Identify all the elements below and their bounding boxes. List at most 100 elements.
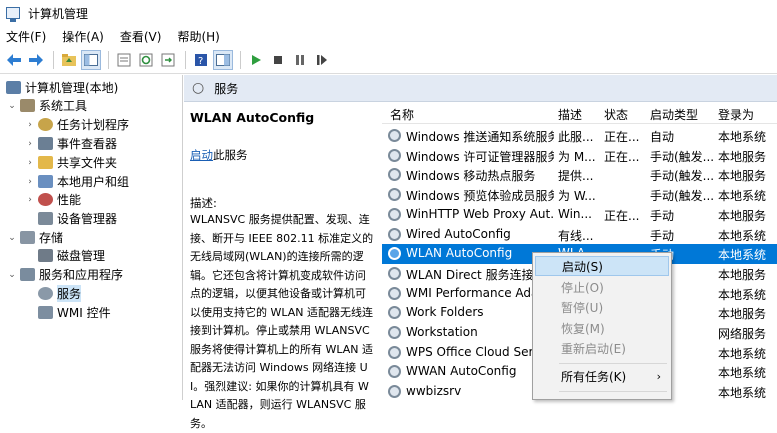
table-row[interactable]: Wired AutoConfig 有线... 手动 本地系统: [382, 225, 777, 245]
service-gear-icon: [388, 385, 401, 399]
menu-action[interactable]: 操作(A): [62, 28, 104, 45]
title-bar: 计算机管理: [0, 0, 777, 26]
refresh-icon[interactable]: [136, 50, 156, 70]
toolbar-divider: [53, 50, 54, 69]
list-header: ^ 名称 描述 状态 启动类型 登录为: [382, 102, 777, 124]
menu-bar: 文件(F) 操作(A) 查看(V) 帮助(H): [0, 26, 777, 46]
tree-item-event-viewer[interactable]: › 事件查看器: [24, 134, 117, 153]
service-gear-icon: [388, 168, 401, 182]
properties-icon[interactable]: [114, 50, 134, 70]
menu-item-restart[interactable]: 重新启动(E): [535, 338, 669, 358]
window-title: 计算机管理: [28, 6, 89, 21]
column-header-status[interactable]: 状态: [604, 106, 628, 123]
column-header-name[interactable]: 名称: [390, 106, 414, 123]
export-icon[interactable]: [158, 50, 178, 70]
tree-item-shared-folders[interactable]: › 共享文件夹: [24, 153, 117, 172]
start-action-line: 启动此服务: [190, 147, 374, 163]
column-header-description[interactable]: 描述: [558, 106, 582, 123]
tree-item-system-tools[interactable]: ⌄ 系统工具: [6, 96, 87, 115]
cell-name: Wired AutoConfig: [406, 226, 511, 241]
help-icon[interactable]: ?: [191, 50, 211, 70]
table-row[interactable]: Windows 许可证管理器服务为 M... 正在... 手动(触发... 本地服务: [382, 146, 777, 166]
table-row[interactable]: Windows 推送通知系统服务 此服... 正在... 自动 本地系统: [382, 126, 777, 146]
cell-startup: 手动: [650, 208, 675, 223]
cell-desc: Win...: [558, 206, 592, 221]
service-gear-icon: [388, 247, 401, 261]
cell-desc: 为 M...: [558, 149, 596, 164]
cell-logon: 本地系统: [718, 386, 767, 400]
menu-item-start[interactable]: 启动(S): [535, 256, 669, 276]
context-menu: 启动(S) 停止(O) 暂停(U) 恢复(M) 重新启动(E) 所有任务(K) …: [532, 252, 672, 400]
submenu-arrow-icon: ›: [656, 369, 661, 383]
up-folder-icon[interactable]: [59, 50, 79, 70]
toolbar-divider: [185, 50, 186, 69]
description-label: 描述:: [190, 196, 217, 210]
cell-desc: 此服...: [558, 130, 594, 144]
expand-arrow[interactable]: ⌄: [6, 270, 18, 280]
tree-item-task-scheduler[interactable]: › 任务计划程序: [24, 115, 129, 134]
service-gear-icon: [388, 227, 401, 241]
clock-icon: [38, 118, 53, 131]
menu-item-resume[interactable]: 恢复(M): [535, 318, 669, 338]
column-header-log-on-as[interactable]: 登录为: [718, 106, 754, 123]
expand-arrow[interactable]: ›: [24, 120, 36, 130]
services-apps-icon: [20, 268, 35, 281]
cell-logon: 本地服务: [718, 307, 767, 322]
cell-name: Windows 推送通知系统服务: [406, 130, 554, 144]
service-gear-icon: [388, 365, 401, 379]
tree-item-device-manager[interactable]: 设备管理器: [36, 209, 117, 228]
menu-item-stop[interactable]: 停止(O): [535, 277, 669, 297]
tree-item-computer-management[interactable]: 计算机管理(本地): [4, 78, 118, 97]
selected-service-name: WLAN AutoConfig: [190, 110, 315, 125]
tree-item-storage[interactable]: ⌄ 存储: [6, 228, 63, 247]
console-icon[interactable]: [213, 49, 233, 70]
tree-item-disk-management[interactable]: 磁盘管理: [36, 246, 105, 265]
computer-management-icon: [6, 7, 20, 22]
table-row[interactable]: WinHTTP Web Proxy Aut... Win... 正在... 手动 本地服…: [382, 205, 777, 225]
expand-arrow[interactable]: ⌄: [6, 101, 18, 111]
expand-arrow[interactable]: ›: [24, 158, 36, 168]
back-icon[interactable]: [4, 50, 24, 70]
cell-status: 正在...: [604, 130, 640, 144]
service-gear-icon: [388, 148, 401, 162]
table-row[interactable]: Windows 移动热点服务 提供... 手动(触发... 本地服务: [382, 165, 777, 185]
navigation-tree: 计算机管理(本地) ⌄ 系统工具 › 任务计划程序 › 事件查看器 › 共享文件…: [0, 75, 183, 400]
tree-item-local-users[interactable]: › 本地用户和组: [24, 172, 129, 191]
expand-arrow[interactable]: ›: [24, 139, 36, 149]
storage-icon: [20, 231, 35, 244]
table-row[interactable]: Windows 预览体验成员服务为 W... 手动(触发... 本地系统: [382, 185, 777, 205]
start-service-link[interactable]: 启动: [190, 148, 213, 162]
menu-item-pause[interactable]: 暂停(U): [535, 297, 669, 317]
cell-desc: 提供...: [558, 169, 594, 184]
show-tree-icon[interactable]: [81, 49, 101, 70]
cell-desc: 为 W...: [558, 189, 596, 204]
stop-icon[interactable]: [268, 50, 288, 70]
cell-startup: 手动(触发...: [650, 189, 714, 204]
cell-logon: 本地服务: [718, 169, 767, 184]
tools-icon: [20, 99, 35, 112]
tree-item-services[interactable]: 服务: [36, 284, 82, 303]
menu-item-all-tasks[interactable]: 所有任务(K) ›: [535, 366, 669, 386]
cell-name: Windows 预览体验成员服务: [406, 189, 554, 204]
expand-arrow[interactable]: ⌄: [6, 233, 18, 243]
service-detail-pane: WLAN AutoConfig 启动此服务 描述: WLANSVC 服务提供配置…: [184, 102, 380, 430]
cell-logon: 本地系统: [718, 248, 767, 263]
menu-help[interactable]: 帮助(H): [177, 28, 219, 45]
column-header-startup-type[interactable]: 启动类型: [650, 106, 698, 123]
tree-item-services-and-apps[interactable]: ⌄ 服务和应用程序: [6, 265, 123, 284]
tree-item-performance[interactable]: › 性能: [24, 190, 81, 209]
pause-icon[interactable]: [290, 50, 310, 70]
menu-separator: [559, 391, 667, 392]
cell-name: WinHTTP Web Proxy Aut...: [406, 206, 554, 221]
menu-view[interactable]: 查看(V): [120, 28, 162, 45]
cell-logon: 网络服务: [718, 327, 767, 341]
restart-icon[interactable]: [312, 50, 332, 70]
tree-item-wmi-control[interactable]: WMI 控件: [36, 303, 111, 322]
cell-startup: 手动(触发...: [650, 169, 714, 184]
menu-file[interactable]: 文件(F): [6, 28, 46, 45]
forward-icon[interactable]: [26, 50, 46, 70]
cell-logon: 本地系统: [718, 189, 767, 204]
expand-arrow[interactable]: ›: [24, 195, 36, 205]
expand-arrow[interactable]: ›: [24, 177, 36, 187]
play-icon[interactable]: [246, 50, 266, 70]
